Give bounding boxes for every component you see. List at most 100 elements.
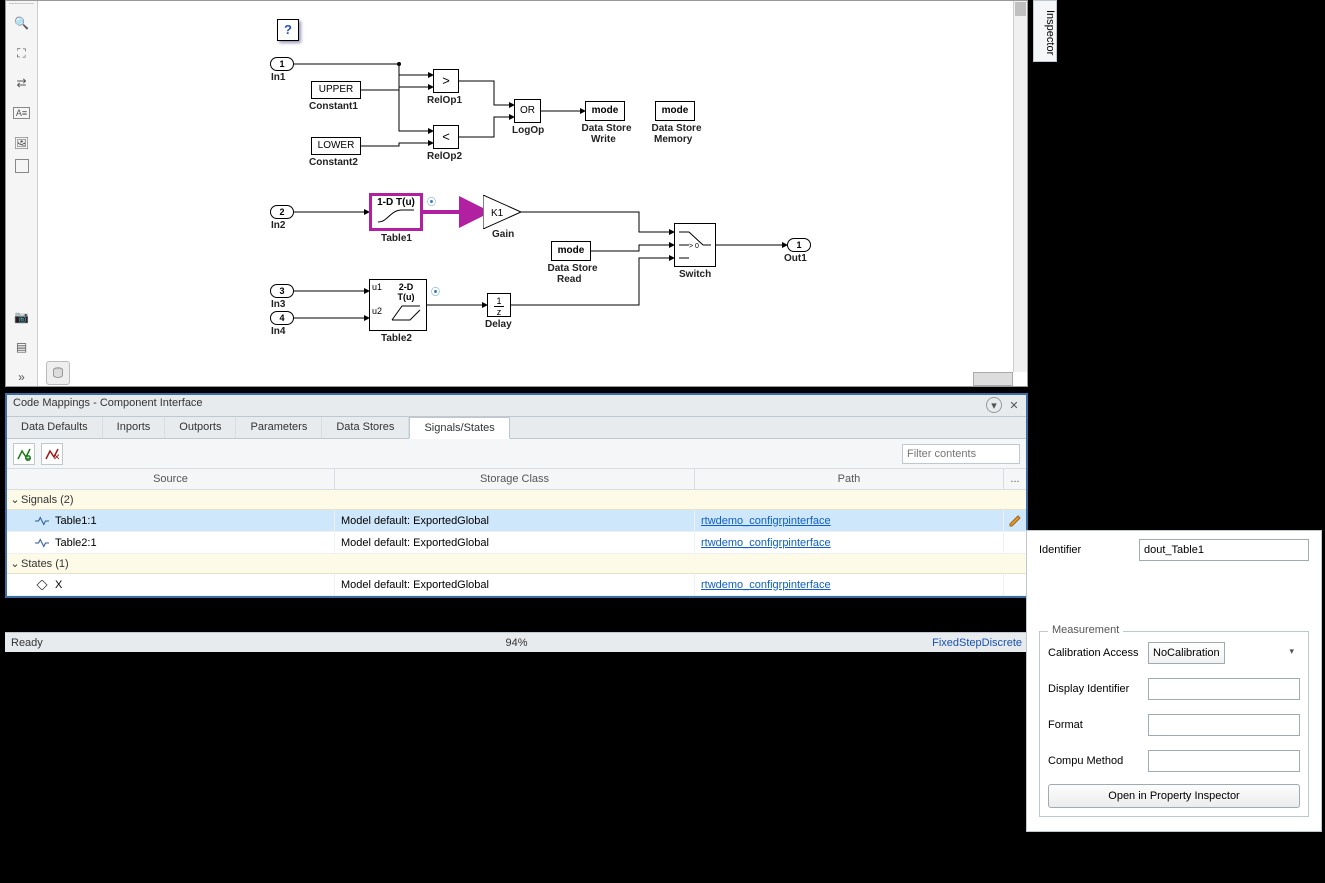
dswrite-block[interactable]: mode xyxy=(585,101,625,121)
mappings-tabs: Data Defaults Inports Outports Parameter… xyxy=(7,417,1026,439)
remove-signal-button[interactable]: ✕ xyxy=(41,443,63,465)
calibration-access-select[interactable]: NoCalibration xyxy=(1148,642,1225,664)
zoom-level[interactable]: 94% xyxy=(505,637,527,649)
logop-label: LogOp xyxy=(512,125,544,136)
svg-text:✕: ✕ xyxy=(53,452,59,461)
display-identifier-field[interactable] xyxy=(1148,678,1300,700)
in1-label: In1 xyxy=(271,72,285,83)
relop1-block[interactable]: > xyxy=(433,69,459,93)
constant2-block[interactable]: LOWER xyxy=(311,137,361,155)
table2-label: Table2 xyxy=(381,333,412,344)
table1-block[interactable]: 1-D T(u) xyxy=(369,193,423,231)
filter-input[interactable] xyxy=(902,444,1020,464)
panel-title: Code Mappings - Component Interface xyxy=(13,397,203,409)
chevron-down-icon[interactable]: ⌄ xyxy=(9,557,21,570)
tab-outports[interactable]: Outports xyxy=(165,417,236,438)
signals-group-label: Signals (2) xyxy=(21,494,74,506)
row-name: Table1:1 xyxy=(55,515,97,527)
panel-menu-icon[interactable]: ▾ xyxy=(986,397,1002,413)
tab-data-defaults[interactable]: Data Defaults xyxy=(7,417,103,438)
vertical-scrollbar[interactable] xyxy=(1013,1,1027,372)
diagram-canvas[interactable]: ? 1 In1 2 In2 3 In3 4 In4 1 Out1 UPPER C… xyxy=(39,1,1013,372)
row-path[interactable]: rtwdemo_configrpinterface xyxy=(695,532,1004,553)
row-path[interactable]: rtwdemo_configrpinterface xyxy=(695,574,1004,595)
fit-icon[interactable]: ⛶ xyxy=(8,39,36,67)
in4-port[interactable]: 4 xyxy=(270,311,294,325)
table-row[interactable]: Table1:1 Model default: ExportedGlobal r… xyxy=(7,510,1026,532)
svg-text:+: + xyxy=(26,455,30,461)
chevron-down-icon[interactable]: ⌄ xyxy=(9,493,21,506)
table-row[interactable]: X Model default: ExportedGlobal rtwdemo_… xyxy=(7,574,1026,596)
panel-title-bar: Code Mappings - Component Interface ▾ ✕ xyxy=(7,395,1026,417)
edit-icon[interactable] xyxy=(1008,514,1022,528)
table2-block[interactable]: u1 u2 2-D T(u) xyxy=(369,279,427,331)
dsread-label2: Read xyxy=(557,274,581,285)
logop-block[interactable]: OR xyxy=(514,99,541,123)
gain-block[interactable]: K1 xyxy=(483,195,523,229)
dsmem-label1: Data Store xyxy=(649,123,704,134)
dsread-label1: Data Store xyxy=(545,263,600,274)
row-storage[interactable]: Model default: ExportedGlobal xyxy=(335,574,695,595)
mappings-toolbar: + ✕ xyxy=(7,439,1026,469)
delay-label: Delay xyxy=(485,319,512,330)
format-field[interactable] xyxy=(1148,714,1300,736)
constant1-label: Constant1 xyxy=(309,101,358,112)
delay-block[interactable]: 1 z xyxy=(487,293,511,317)
zoom-icon[interactable]: 🔍 xyxy=(8,9,36,37)
row-storage[interactable]: Model default: ExportedGlobal xyxy=(335,532,695,553)
out1-label: Out1 xyxy=(784,253,807,264)
table1-label: Table1 xyxy=(381,233,412,244)
calibration-access-label: Calibration Access xyxy=(1048,647,1148,659)
header-source[interactable]: Source xyxy=(7,469,335,489)
identifier-label: Identifier xyxy=(1039,544,1139,556)
states-group-label: States (1) xyxy=(21,558,69,570)
gain-label: Gain xyxy=(492,229,514,240)
row-storage[interactable]: Model default: ExportedGlobal xyxy=(335,510,695,531)
row-path[interactable]: rtwdemo_configrpinterface xyxy=(695,510,1004,531)
panel-close-icon[interactable]: ✕ xyxy=(1006,397,1022,413)
constant1-block[interactable]: UPPER xyxy=(311,81,361,99)
box-icon[interactable] xyxy=(15,159,29,173)
header-more[interactable]: ... xyxy=(1004,469,1026,489)
table-headers: Source Storage Class Path ... xyxy=(7,469,1026,490)
view-selector[interactable] xyxy=(973,372,1013,386)
in1-port[interactable]: 1 xyxy=(270,57,294,71)
tab-parameters[interactable]: Parameters xyxy=(236,417,322,438)
model-canvas: 🔍 ⛶ ⇄ A≡ 🖼 📷 ▤ » xyxy=(5,0,1028,387)
arrows-icon[interactable]: ⇄ xyxy=(8,69,36,97)
in4-label: In4 xyxy=(271,326,285,337)
header-path[interactable]: Path xyxy=(695,469,1004,489)
out1-port[interactable]: 1 xyxy=(787,238,811,252)
dsread-block[interactable]: mode xyxy=(551,241,591,261)
open-property-inspector-button[interactable]: Open in Property Inspector xyxy=(1048,784,1300,808)
add-signal-button[interactable]: + xyxy=(13,443,35,465)
dsmem-block[interactable]: mode xyxy=(655,101,695,121)
layout-icon[interactable]: ▤ xyxy=(8,333,36,361)
states-group-row[interactable]: ⌄ States (1) xyxy=(7,554,1026,574)
identifier-field[interactable] xyxy=(1139,539,1309,561)
annotation-icon[interactable]: A≡ xyxy=(8,99,36,127)
inspector-tab[interactable]: Inspector xyxy=(1033,0,1057,62)
tab-inports[interactable]: Inports xyxy=(103,417,166,438)
signal-icon xyxy=(35,538,49,548)
svg-text:> 0: > 0 xyxy=(689,243,699,250)
database-icon[interactable] xyxy=(46,361,70,385)
in3-port[interactable]: 3 xyxy=(270,284,294,298)
header-storage[interactable]: Storage Class xyxy=(335,469,695,489)
signal-icon xyxy=(35,516,49,526)
tab-data-stores[interactable]: Data Stores xyxy=(322,417,409,438)
expand-icon[interactable]: » xyxy=(8,363,36,391)
compu-method-field[interactable] xyxy=(1148,750,1300,772)
signals-group-row[interactable]: ⌄ Signals (2) xyxy=(7,490,1026,510)
tab-signals-states[interactable]: Signals/States xyxy=(409,417,509,439)
table-row[interactable]: Table2:1 Model default: ExportedGlobal r… xyxy=(7,532,1026,554)
image-icon[interactable]: 🖼 xyxy=(8,129,36,157)
status-bar: Ready 94% FixedStepDiscrete xyxy=(5,632,1028,652)
solver-label[interactable]: FixedStepDiscrete xyxy=(932,637,1022,649)
switch-block[interactable]: > 0 xyxy=(674,223,716,267)
help-block[interactable]: ? xyxy=(277,19,299,41)
in2-port[interactable]: 2 xyxy=(270,205,294,219)
table2-text: 2-D xyxy=(388,282,424,292)
camera-icon[interactable]: 📷 xyxy=(8,303,36,331)
relop2-block[interactable]: < xyxy=(433,125,459,149)
